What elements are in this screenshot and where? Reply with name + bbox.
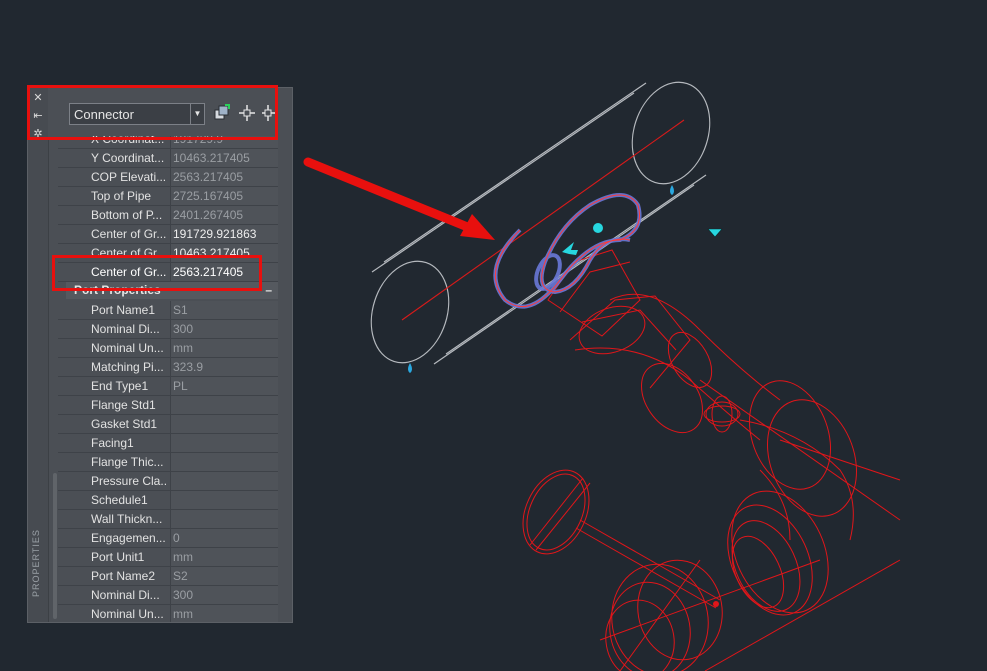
property-value[interactable] [170,491,278,509]
property-value[interactable]: 2725.167405 [170,187,278,205]
property-label: Nominal Di... [91,322,160,336]
palette-title: PROPERTIES [31,529,41,597]
property-value[interactable]: mm [170,548,278,566]
property-row[interactable]: Matching Pi... 323.9 [58,358,278,377]
property-value[interactable] [170,510,278,528]
property-label: COP Elevati... [91,170,167,184]
collapse-icon[interactable]: – [265,282,272,299]
property-value[interactable]: mm [170,339,278,357]
port-drop-icon[interactable] [670,185,674,195]
property-label: Port Name1 [91,303,156,317]
property-label: Port Unit1 [91,550,145,564]
scrollbar-thumb[interactable] [53,473,57,619]
property-value[interactable]: 2563.217405 [170,168,278,186]
property-value[interactable] [170,453,278,471]
property-row[interactable]: Facing1 [58,434,278,453]
property-value[interactable]: 2401.267405 [170,206,278,224]
grip-point[interactable] [593,223,603,233]
grip-arrow-icon[interactable] [562,242,578,255]
property-label: Flange Std1 [91,398,156,412]
property-label: Port Name2 [91,569,156,583]
property-row[interactable]: Y Coordinat... 10463.217405 [58,149,278,168]
property-row[interactable]: Engagemen... 0 [58,529,278,548]
property-label: Bottom of P... [91,208,163,222]
property-label: Top of Pipe [91,189,152,203]
property-label: Matching Pi... [91,360,164,374]
property-value[interactable]: mm [170,605,278,622]
property-row[interactable]: Nominal Di... 300 [58,320,278,339]
grip-triangle-icon[interactable] [707,228,723,238]
property-label: Y Coordinat... [91,151,165,165]
property-row[interactable]: Schedule1 [58,491,278,510]
property-row[interactable]: Nominal Di... 300 [58,586,278,605]
property-value[interactable]: 300 [170,586,278,604]
property-value[interactable] [170,434,278,452]
pipe-wireframe[interactable] [359,72,723,373]
property-label: Center of Gr... [91,227,167,241]
property-label: Gasket Std1 [91,417,158,431]
property-label: Pressure Cla... [91,474,168,488]
property-value[interactable] [170,396,278,414]
property-row[interactable]: Wall Thickn... [58,510,278,529]
property-row[interactable]: Nominal Un... mm [58,605,278,622]
property-label: Wall Thickn... [91,512,163,526]
palette-title-strip: ✕ ⇤ ✲ PROPERTIES [28,88,49,622]
port-drop-icon[interactable] [408,363,412,373]
property-label: Flange Thic... [91,455,164,469]
property-row[interactable]: Top of Pipe 2725.167405 [58,187,278,206]
property-row[interactable]: Port Name2 S2 [58,567,278,586]
piping-model [522,249,901,671]
property-row[interactable]: End Type1 PL [58,377,278,396]
property-row[interactable]: Center of Gr... 191729.921863 [58,225,278,244]
annotation-box-toolbar [27,85,278,140]
property-row[interactable]: Flange Thic... [58,453,278,472]
property-row[interactable]: Nominal Un... mm [58,339,278,358]
property-label: Nominal Di... [91,588,160,602]
property-label: End Type1 [91,379,149,393]
property-label: Schedule1 [91,493,148,507]
annotation-arrow [303,157,495,240]
property-row[interactable]: Gasket Std1 [58,415,278,434]
property-row[interactable]: Bottom of P... 2401.267405 [58,206,278,225]
property-value[interactable]: 323.9 [170,358,278,376]
property-value[interactable] [170,415,278,433]
annotation-box-property [52,255,262,291]
property-label: Engagemen... [91,531,166,545]
property-value[interactable]: PL [170,377,278,395]
property-row[interactable]: Port Unit1 mm [58,548,278,567]
property-label: Facing1 [91,436,134,450]
property-value[interactable] [170,472,278,490]
property-label: Nominal Un... [91,607,164,621]
property-value[interactable]: 300 [170,320,278,338]
property-value[interactable]: S2 [170,567,278,585]
property-row[interactable]: COP Elevati... 2563.217405 [58,168,278,187]
property-value[interactable]: 10463.217405 [170,149,278,167]
property-grid: X Coordinat... 191729.9 Y Coordinat... 104… [58,136,278,622]
property-value[interactable]: 0 [170,529,278,547]
property-row[interactable]: Pressure Cla... [58,472,278,491]
property-row[interactable]: Flange Std1 [58,396,278,415]
property-value[interactable]: 191729.921863 [170,225,278,243]
model-node [713,601,719,607]
property-row[interactable]: Port Name1 S1 [58,301,278,320]
property-label: Nominal Un... [91,341,164,355]
property-value[interactable]: S1 [170,301,278,319]
